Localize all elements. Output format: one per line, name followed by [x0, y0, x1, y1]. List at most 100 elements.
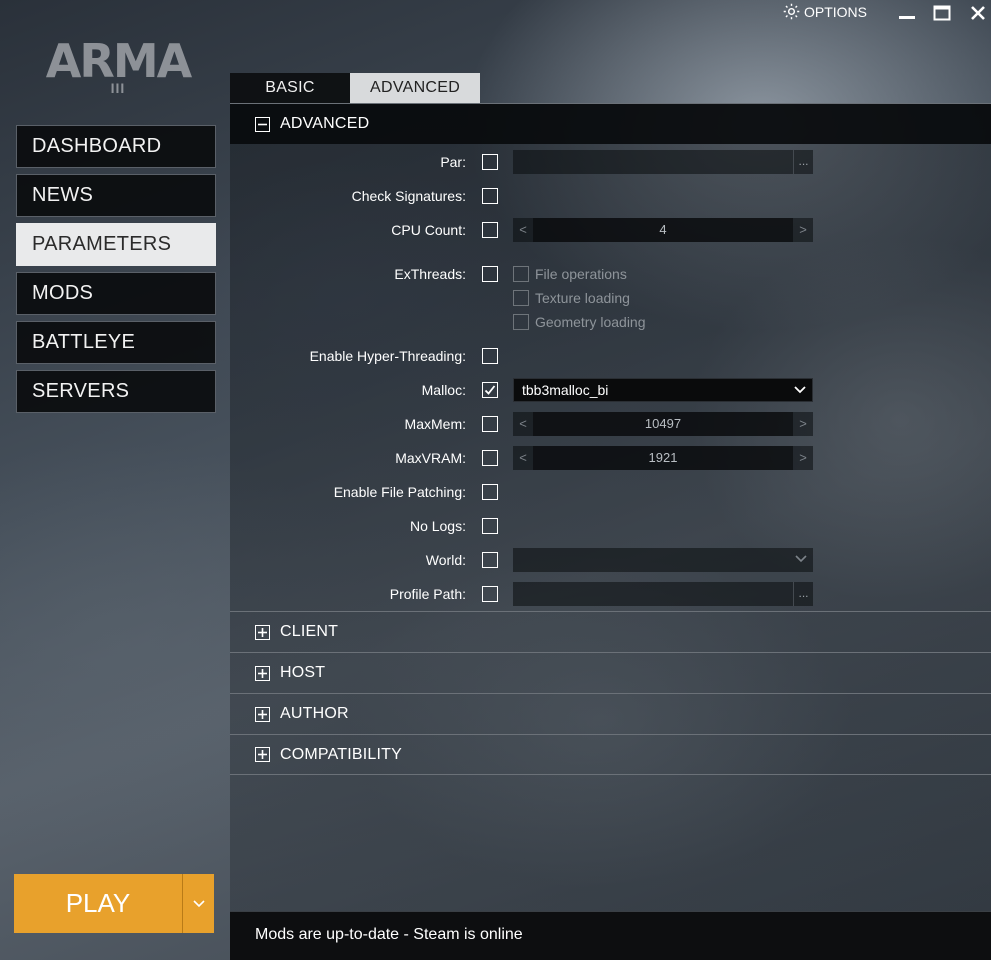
world-select[interactable] [513, 548, 813, 572]
cpu-count-value[interactable]: 4 [533, 218, 793, 242]
chevron-down-icon [794, 386, 806, 394]
tab-content: ADVANCED Par: ... Check Signatures: CPU … [230, 103, 991, 911]
section-advanced-header[interactable]: ADVANCED [230, 103, 991, 144]
close-button[interactable] [968, 4, 988, 22]
expand-icon [255, 665, 270, 681]
section-compatibility-header[interactable]: COMPATIBILITY [230, 734, 991, 775]
exthreads-option-geometry-loading[interactable]: Geometry loading [513, 310, 646, 334]
close-icon [971, 6, 985, 20]
param-row-maxmem: MaxMem: < 10497 > [230, 412, 991, 436]
param-row-file-patching: Enable File Patching: [230, 480, 991, 504]
sidebar-nav: DASHBOARD NEWS PARAMETERS MODS BATTLEYE … [16, 125, 216, 419]
section-client-header[interactable]: CLIENT [230, 611, 991, 652]
section-advanced-label: ADVANCED [280, 115, 370, 132]
param-checkbox-maxvram[interactable] [482, 450, 498, 466]
param-checkbox-cpu-count[interactable] [482, 222, 498, 238]
status-text: Mods are up-to-date - Steam is online [255, 926, 523, 943]
param-row-exthreads: ExThreads: File operations Texture loadi… [230, 262, 991, 330]
section-compatibility-label: COMPATIBILITY [280, 745, 403, 763]
browse-button-par[interactable]: ... [793, 150, 813, 174]
chevron-right-icon[interactable]: > [793, 412, 813, 436]
minimize-button[interactable] [897, 4, 917, 22]
param-checkbox-malloc[interactable] [482, 382, 498, 398]
param-label-cpu-count: CPU Count: [391, 222, 466, 238]
malloc-selected-value: tbb3malloc_bi [522, 382, 609, 398]
subcheckbox-label: Geometry loading [535, 314, 646, 330]
maximize-icon [933, 5, 951, 21]
exthreads-option-texture-loading[interactable]: Texture loading [513, 286, 630, 310]
subcheckbox-label: Texture loading [535, 290, 630, 306]
play-options-button[interactable] [182, 874, 214, 933]
param-label-world: World: [425, 552, 466, 568]
param-label-file-patching: Enable File Patching: [333, 484, 466, 500]
tab-advanced[interactable]: ADVANCED [350, 73, 481, 103]
section-author-header[interactable]: AUTHOR [230, 693, 991, 734]
tab-basic[interactable]: BASIC [230, 73, 350, 103]
section-host-header[interactable]: HOST [230, 652, 991, 693]
chevron-down-icon [192, 899, 205, 907]
param-label-no-logs: No Logs: [409, 518, 466, 534]
param-checkbox-world[interactable] [482, 552, 498, 568]
param-label-hyper-threading: Enable Hyper-Threading: [309, 348, 466, 364]
param-checkbox-hyper-threading[interactable] [482, 348, 498, 364]
maxvram-value[interactable]: 1921 [533, 446, 793, 470]
chevron-left-icon[interactable]: < [513, 218, 533, 242]
section-author-label: AUTHOR [280, 705, 349, 722]
nav-item-servers[interactable]: SERVERS [16, 370, 216, 413]
subcheckbox-texture-loading[interactable] [513, 290, 529, 306]
cpu-count-stepper: < 4 > [513, 218, 813, 242]
expand-icon [255, 747, 270, 762]
checkmark-icon [484, 385, 496, 395]
subcheckbox-file-operations[interactable] [513, 266, 529, 282]
maxmem-value[interactable]: 10497 [533, 412, 793, 436]
param-row-no-logs: No Logs: [230, 514, 991, 538]
param-label-maxmem: MaxMem: [404, 416, 466, 432]
param-row-check-signatures: Check Signatures: [230, 184, 991, 208]
param-row-hyper-threading: Enable Hyper-Threading: [230, 344, 991, 368]
section-host-label: HOST [280, 664, 326, 681]
param-checkbox-exthreads[interactable] [482, 266, 498, 282]
param-checkbox-check-signatures[interactable] [482, 188, 498, 204]
options-button[interactable]: OPTIONS [783, 3, 867, 20]
browse-button-profile-path[interactable]: ... [793, 582, 813, 606]
play-button-group: PLAY [14, 874, 214, 933]
param-checkbox-par[interactable] [482, 154, 498, 170]
exthreads-option-file-operations[interactable]: File operations [513, 262, 627, 286]
chevron-left-icon[interactable]: < [513, 412, 533, 436]
param-row-cpu-count: CPU Count: < 4 > [230, 218, 991, 242]
nav-item-dashboard[interactable]: DASHBOARD [16, 125, 216, 168]
param-checkbox-maxmem[interactable] [482, 416, 498, 432]
chevron-left-icon[interactable]: < [513, 446, 533, 470]
profile-path-input[interactable]: ... [513, 582, 813, 606]
param-row-world: World: [230, 548, 991, 572]
nav-item-battleye[interactable]: BATTLEYE [16, 321, 216, 364]
play-button[interactable]: PLAY [14, 874, 182, 933]
param-label-malloc: Malloc: [421, 382, 466, 398]
param-checkbox-profile-path[interactable] [482, 586, 498, 602]
maximize-button[interactable] [932, 4, 952, 22]
subcheckbox-label: File operations [535, 266, 627, 282]
chevron-right-icon[interactable]: > [793, 218, 813, 242]
chevron-right-icon[interactable]: > [793, 446, 813, 470]
param-checkbox-file-patching[interactable] [482, 484, 498, 500]
section-client-label: CLIENT [280, 623, 339, 640]
malloc-select[interactable]: tbb3malloc_bi [513, 378, 813, 402]
collapse-icon [255, 116, 270, 132]
parameter-tabs: BASIC ADVANCED [230, 73, 481, 103]
param-row-malloc: Malloc: tbb3malloc_bi [230, 378, 991, 402]
nav-item-mods[interactable]: MODS [16, 272, 216, 315]
logo-text: ARMA [45, 34, 192, 88]
param-label-check-signatures: Check Signatures: [351, 188, 466, 204]
nav-item-news[interactable]: NEWS [16, 174, 216, 217]
options-label: OPTIONS [804, 3, 868, 20]
expand-icon [255, 624, 270, 640]
param-checkbox-no-logs[interactable] [482, 518, 498, 534]
arma-logo: ARMA III [44, 38, 192, 98]
subcheckbox-geometry-loading[interactable] [513, 314, 529, 330]
param-row-par: Par: ... [230, 150, 991, 174]
param-label-exthreads: ExThreads: [394, 266, 466, 282]
status-bar: Mods are up-to-date - Steam is online [230, 911, 991, 960]
nav-item-parameters[interactable]: PARAMETERS [16, 223, 216, 266]
param-row-profile-path: Profile Path: ... [230, 582, 991, 606]
par-path-input[interactable]: ... [513, 150, 813, 174]
